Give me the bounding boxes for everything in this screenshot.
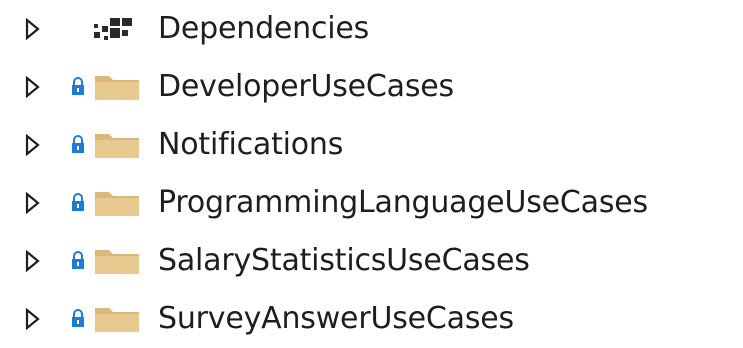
folder-icon bbox=[95, 192, 139, 216]
lock-icon bbox=[72, 309, 84, 327]
tree-item-notifications[interactable]: Notifications bbox=[0, 116, 743, 174]
tree-item-survey-answer-use-cases[interactable]: SurveyAnswerUseCases bbox=[0, 290, 743, 348]
tree-item-label: Notifications bbox=[158, 127, 344, 162]
dependencies-icon bbox=[94, 18, 132, 40]
folder-icon bbox=[95, 308, 139, 332]
lock-icon bbox=[72, 135, 84, 153]
tree-item-label: Dependencies bbox=[158, 11, 370, 46]
lock-icon bbox=[72, 77, 84, 95]
tree-item-label: ProgrammingLanguageUseCases bbox=[158, 185, 648, 220]
folder-icon bbox=[95, 250, 139, 274]
lock-icon bbox=[72, 193, 84, 211]
tree-item-label: SurveyAnswerUseCases bbox=[158, 301, 514, 336]
expand-arrow-icon[interactable] bbox=[25, 192, 41, 214]
tree-item-developer-use-cases[interactable]: DeveloperUseCases bbox=[0, 58, 743, 116]
folder-icon bbox=[95, 134, 139, 158]
tree-item-dependencies[interactable]: Dependencies bbox=[0, 0, 743, 58]
tree-item-salary-statistics-use-cases[interactable]: SalaryStatisticsUseCases bbox=[0, 232, 743, 290]
expand-arrow-icon[interactable] bbox=[25, 76, 41, 98]
tree-item-label: DeveloperUseCases bbox=[158, 69, 454, 104]
tree-item-label: SalaryStatisticsUseCases bbox=[158, 243, 530, 278]
tree-item-programming-language-use-cases[interactable]: ProgrammingLanguageUseCases bbox=[0, 174, 743, 232]
expand-arrow-icon[interactable] bbox=[25, 250, 41, 272]
expand-arrow-icon[interactable] bbox=[25, 134, 41, 156]
expand-arrow-icon[interactable] bbox=[25, 308, 41, 330]
lock-icon bbox=[72, 251, 84, 269]
expand-arrow-icon[interactable] bbox=[25, 18, 41, 40]
folder-icon bbox=[95, 76, 139, 100]
solution-explorer-tree: Dependencies DeveloperUseCases Notificat… bbox=[0, 0, 743, 347]
